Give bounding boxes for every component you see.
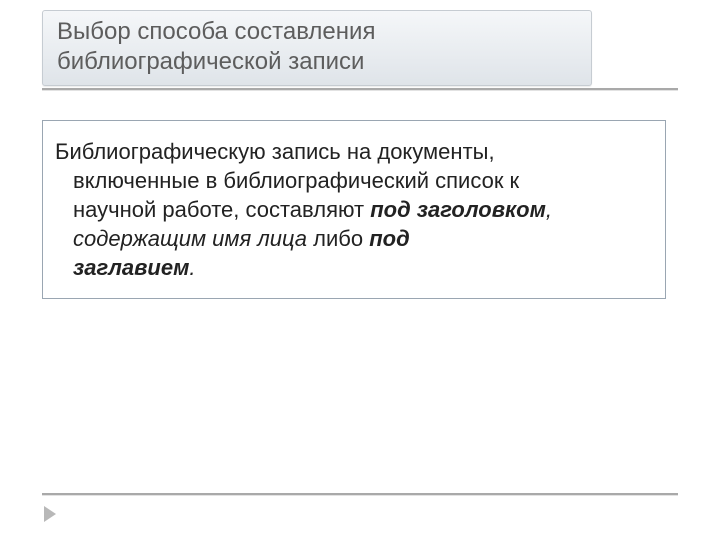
- body-paragraph: Библиографическую запись на документы, в…: [55, 137, 653, 282]
- next-arrow-icon: [44, 506, 56, 522]
- divider-bottom: [42, 493, 678, 496]
- heading-phrase-1: под заголовком: [370, 197, 546, 222]
- content-box: Библиографическую запись на документы, в…: [42, 120, 666, 299]
- heading-phrase-2b: заглавием: [73, 255, 189, 280]
- body-line3: научной работе, составляют: [73, 197, 370, 222]
- slide: Выбор способа составления библиографичес…: [0, 0, 720, 540]
- title-box: Выбор способа составления библиографичес…: [42, 10, 592, 86]
- divider-top: [42, 88, 678, 91]
- body-line4a: содержащим имя лица: [73, 226, 307, 251]
- period: .: [189, 255, 195, 280]
- body-line4b: либо: [307, 226, 369, 251]
- body-lead: Библиографическую запись на документы,: [55, 139, 495, 164]
- heading-phrase-2a: под: [369, 226, 409, 251]
- body-line2: включенные в библиографический список к: [73, 168, 519, 193]
- slide-title: Выбор способа составления библиографичес…: [57, 17, 577, 77]
- comma: ,: [546, 197, 552, 222]
